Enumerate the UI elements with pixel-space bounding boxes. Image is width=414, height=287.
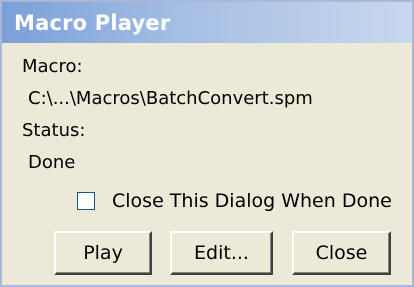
dialog-title: Macro Player [14,10,171,35]
close-button[interactable]: Close [292,231,391,275]
macro-path: C:\...\Macros\BatchConvert.spm [28,88,313,109]
status-value: Done [28,152,76,173]
play-button[interactable]: Play [54,231,152,275]
close-when-done-label[interactable]: Close This Dialog When Done [112,190,392,212]
status-label: Status: [22,120,86,141]
title-bar[interactable]: Macro Player [2,2,412,43]
macro-label: Macro: [22,56,83,77]
edit-button[interactable]: Edit... [170,231,273,275]
macro-player-dialog: Macro Player Macro: C:\...\Macros\BatchC… [0,0,414,287]
close-when-done-option[interactable]: Close This Dialog When Done [77,190,392,212]
close-when-done-checkbox[interactable] [77,192,95,210]
